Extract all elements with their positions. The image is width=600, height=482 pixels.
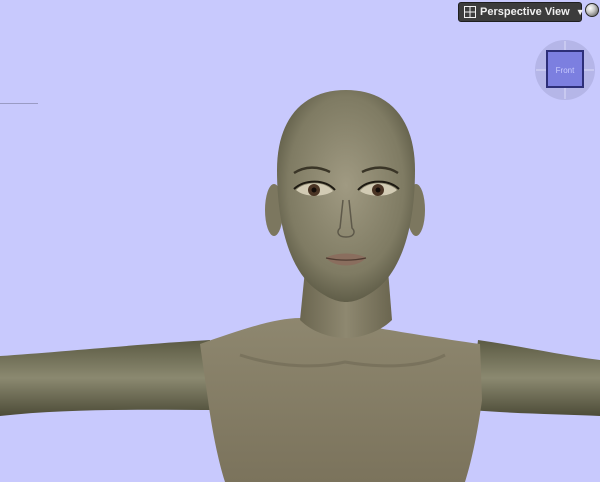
head	[277, 90, 415, 302]
human-figure-model[interactable]	[0, 0, 600, 482]
left-arm	[0, 340, 220, 416]
right-arm	[470, 340, 600, 416]
3d-viewport[interactable]: Perspective View ▼ Front	[0, 0, 600, 482]
viewport-icon	[464, 6, 476, 18]
chevron-down-icon[interactable]: ▼	[576, 7, 585, 17]
view-cube-face-label: Front	[556, 66, 575, 75]
view-selector[interactable]: Perspective View ▼	[458, 2, 585, 22]
sphere-icon[interactable]	[585, 3, 599, 17]
torso	[200, 318, 482, 482]
view-cube[interactable]: Front	[534, 39, 596, 101]
view-selector-label: Perspective View	[480, 6, 570, 18]
